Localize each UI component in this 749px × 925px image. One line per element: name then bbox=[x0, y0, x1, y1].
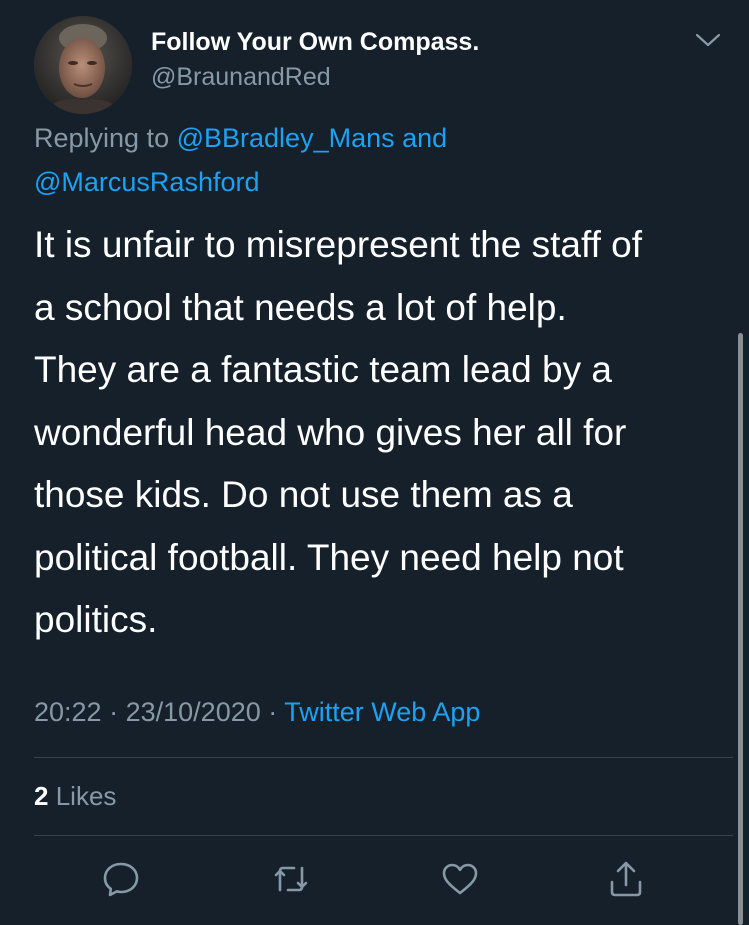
tweet-date: 23/10/2020 bbox=[125, 697, 261, 727]
meta-separator: · bbox=[109, 697, 119, 727]
tweet-text-line: It is unfair to misrepresent the staff o… bbox=[34, 224, 643, 265]
replying-to-line: Replying to @BBradley_Mans and bbox=[34, 123, 447, 154]
likes-label: Likes bbox=[55, 781, 117, 811]
heart-icon[interactable] bbox=[439, 858, 481, 900]
mention-conjunction[interactable]: and bbox=[402, 123, 447, 153]
tweet-text-line: political football. They need help not bbox=[34, 536, 624, 578]
likes-count: 2 bbox=[34, 781, 49, 811]
tweet-time: 20:22 bbox=[34, 697, 102, 727]
chevron-down-icon[interactable] bbox=[694, 29, 722, 51]
replying-to-line-2: @MarcusRashford bbox=[34, 167, 259, 198]
avatar[interactable] bbox=[34, 16, 132, 114]
avatar-image bbox=[34, 16, 132, 114]
divider bbox=[34, 835, 733, 836]
meta-separator: · bbox=[268, 697, 278, 727]
replying-to-label: Replying to bbox=[34, 123, 170, 153]
retweet-icon[interactable] bbox=[270, 858, 312, 900]
author-handle[interactable]: @BraunandRed bbox=[151, 63, 331, 92]
tweet-text-line: those kids. Do not use them as a bbox=[34, 474, 573, 515]
tweet-text-line: wonderful head who gives her all for bbox=[34, 411, 627, 453]
tweet-text-line: a school that needs a lot of help. bbox=[34, 286, 567, 328]
tweet-detail: Follow Your Own Compass. @BraunandRed Re… bbox=[0, 0, 749, 925]
tweet-metadata: 20:22 · 23/10/2020 · Twitter Web App bbox=[34, 697, 480, 728]
scrollbar[interactable] bbox=[738, 333, 743, 925]
tweet-text-line: They are a fantastic team lead by a bbox=[34, 349, 612, 390]
tweet-text-line: politics. bbox=[34, 599, 158, 640]
reply-icon[interactable] bbox=[100, 858, 142, 900]
mention-link[interactable]: @MarcusRashford bbox=[34, 167, 259, 197]
likes-stat[interactable]: 2 Likes bbox=[34, 781, 116, 812]
share-icon[interactable] bbox=[605, 858, 647, 900]
tweet-source-link[interactable]: Twitter Web App bbox=[284, 697, 480, 727]
mention-link[interactable]: @BBradley_Mans bbox=[177, 123, 395, 153]
divider bbox=[34, 757, 733, 758]
tweet-text: It is unfair to misrepresent the staff o… bbox=[34, 214, 724, 652]
author-display-name[interactable]: Follow Your Own Compass. bbox=[151, 28, 479, 57]
